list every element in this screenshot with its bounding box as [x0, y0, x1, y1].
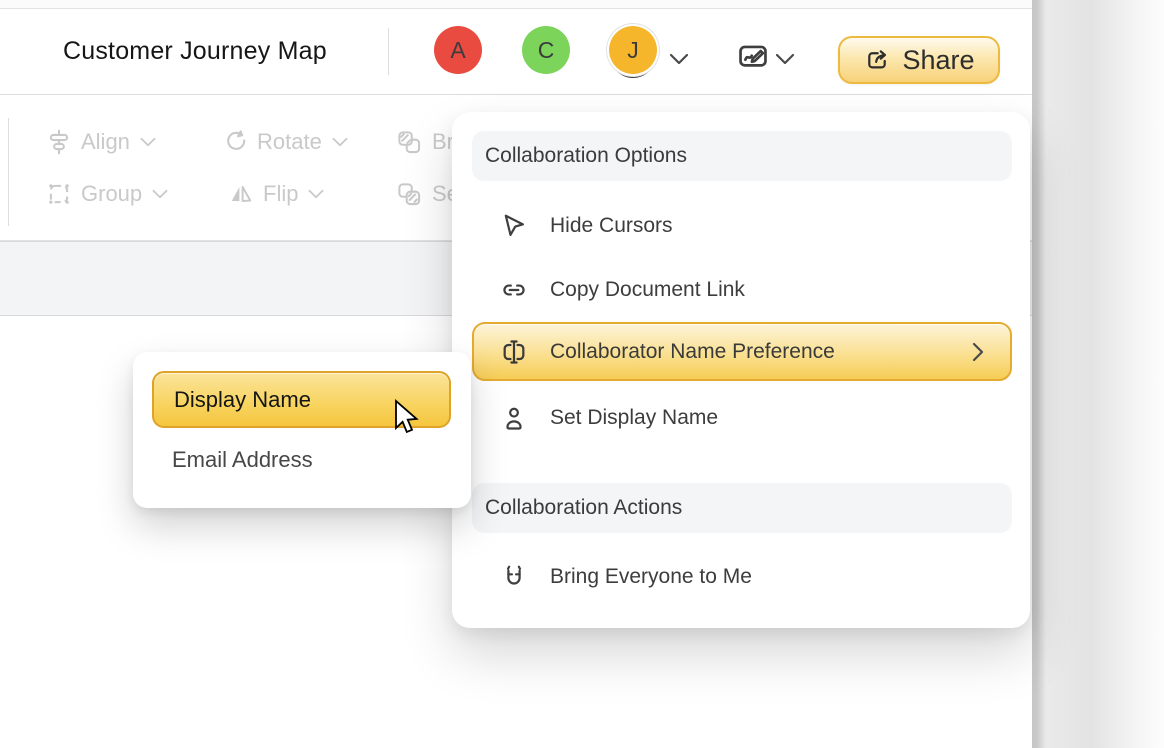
- header-bar: Customer Journey Map A C J: [0, 9, 1032, 95]
- avatar-c[interactable]: C: [522, 26, 570, 74]
- group-button[interactable]: Group: [46, 176, 169, 212]
- send-backward-icon: [396, 181, 423, 208]
- board-menu-chevron-down-icon[interactable]: [774, 52, 796, 71]
- align-icon: [46, 129, 72, 155]
- share-button-label: Share: [902, 45, 974, 76]
- menu-item-set-display-name[interactable]: Set Display Name: [472, 389, 1012, 447]
- menu-item-copy-document-link[interactable]: Copy Document Link: [472, 261, 1012, 319]
- window-top-strip: [0, 0, 1032, 9]
- outside-background: [1032, 0, 1164, 748]
- toolbar-divider: [8, 118, 9, 226]
- avatar-initial: J: [627, 37, 639, 64]
- avatar-initial: A: [450, 37, 465, 64]
- link-icon: [500, 276, 528, 304]
- send-backward-button[interactable]: Se: [396, 176, 459, 212]
- chevron-down-icon: [139, 136, 157, 148]
- share-icon: [863, 46, 891, 74]
- menu-item-label: Copy Document Link: [550, 278, 745, 302]
- submenu-item-label: Email Address: [172, 447, 313, 472]
- menu-item-label: Set Display Name: [550, 406, 718, 430]
- bring-forward-button[interactable]: Br: [396, 124, 454, 160]
- menu-item-bring-everyone-to-me[interactable]: Bring Everyone to Me: [472, 548, 1012, 606]
- avatar-initial: C: [538, 37, 555, 64]
- menu-section-header: Collaboration Options: [472, 131, 1012, 181]
- toolbar-button-label: Rotate: [257, 129, 322, 155]
- bring-forward-icon: [396, 129, 423, 156]
- menu-item-hide-cursors[interactable]: Hide Cursors: [472, 197, 1012, 255]
- rename-icon: [500, 338, 528, 366]
- group-icon: [46, 181, 72, 207]
- magnet-icon: [500, 563, 528, 591]
- submenu-item-email-address[interactable]: Email Address: [172, 438, 313, 482]
- chevron-down-icon: [307, 188, 325, 200]
- align-button[interactable]: Align: [46, 124, 157, 160]
- flip-icon: [228, 181, 254, 207]
- chevron-right-icon: [970, 341, 986, 363]
- document-title: Customer Journey Map: [63, 9, 327, 94]
- cursor-icon: [500, 212, 528, 240]
- person-icon: [500, 404, 528, 432]
- avatar-chevron-down-icon[interactable]: [668, 52, 690, 71]
- whiteboard-icon[interactable]: [735, 39, 771, 78]
- avatar-j-active[interactable]: J: [609, 26, 657, 74]
- toolbar-button-label: Align: [81, 129, 130, 155]
- chevron-down-icon: [151, 188, 169, 200]
- menu-item-label: Bring Everyone to Me: [550, 565, 752, 589]
- rotate-icon: [222, 129, 248, 155]
- toolbar-button-label: Flip: [263, 181, 298, 207]
- share-button[interactable]: Share: [838, 36, 1000, 84]
- toolbar-button-label: Group: [81, 181, 142, 207]
- mouse-cursor: [393, 399, 423, 444]
- avatar-a[interactable]: A: [434, 26, 482, 74]
- menu-section-header: Collaboration Actions: [472, 483, 1012, 533]
- collaboration-menu: Collaboration Options Hide Cursors Copy …: [452, 112, 1030, 628]
- toolbar-button-label: Br: [432, 129, 454, 155]
- submenu-item-label: Display Name: [174, 387, 311, 413]
- header-divider: [388, 28, 389, 75]
- chevron-down-icon: [331, 136, 349, 148]
- menu-item-label: Hide Cursors: [550, 214, 673, 238]
- flip-button[interactable]: Flip: [228, 176, 325, 212]
- menu-item-collaborator-name-preference[interactable]: Collaborator Name Preference: [472, 322, 1012, 381]
- rotate-button[interactable]: Rotate: [222, 124, 349, 160]
- menu-item-label: Collaborator Name Preference: [550, 340, 835, 364]
